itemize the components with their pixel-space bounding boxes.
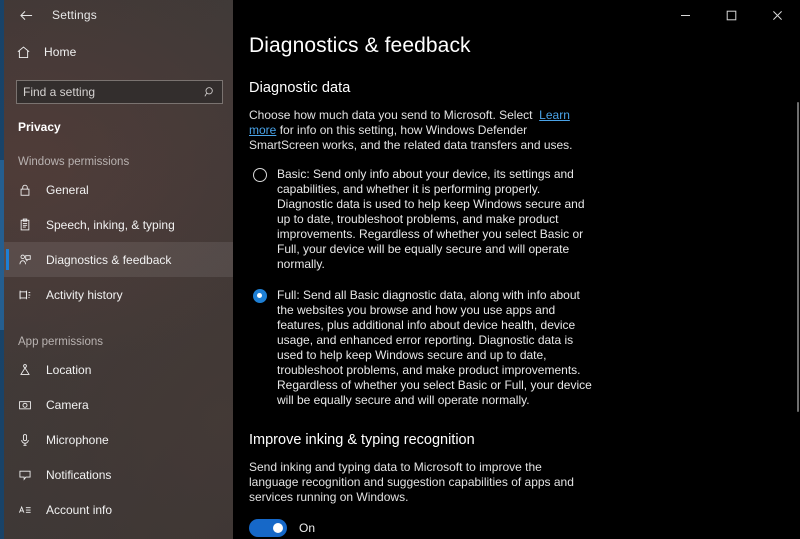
maximize-button[interactable] bbox=[708, 0, 754, 30]
location-pin-icon bbox=[18, 363, 46, 377]
close-icon bbox=[772, 10, 783, 21]
title-bar: Settings bbox=[4, 0, 800, 30]
diagnostic-data-description: Choose how much data you send to Microso… bbox=[249, 108, 581, 153]
diagnostic-data-heading: Diagnostic data bbox=[249, 80, 351, 96]
sidebar-item-general[interactable]: General bbox=[4, 172, 233, 207]
microphone-icon bbox=[18, 433, 46, 447]
title-bar-left: Settings bbox=[4, 0, 97, 30]
radio-option-basic[interactable]: Basic: Send only info about your device,… bbox=[249, 167, 800, 272]
inking-typing-toggle[interactable] bbox=[249, 519, 287, 537]
main-content: Diagnostics & feedback Diagnostic data C… bbox=[233, 0, 800, 539]
sidebar-item-home[interactable]: Home bbox=[4, 34, 233, 70]
sidebar-group-header-app-permissions: App permissions bbox=[18, 336, 104, 348]
sidebar-item-speech-inking-typing-label: Speech, inking, & typing bbox=[46, 217, 175, 232]
sidebar-item-camera-label: Camera bbox=[46, 397, 89, 412]
close-button[interactable] bbox=[754, 0, 800, 30]
diagnostic-intro-after-link: for info on this setting, how Windows De… bbox=[249, 123, 573, 152]
radio-option-full-label: Full: Send all Basic diagnostic data, al… bbox=[277, 288, 592, 407]
sidebar-item-microphone-label: Microphone bbox=[46, 432, 109, 447]
radio-basic-indicator[interactable] bbox=[253, 168, 267, 182]
sidebar-item-location[interactable]: Location bbox=[4, 352, 233, 387]
sidebar-item-location-label: Location bbox=[46, 362, 92, 377]
back-button[interactable] bbox=[4, 0, 48, 30]
sidebar-item-notifications[interactable]: Notifications bbox=[4, 457, 233, 492]
minimize-icon bbox=[680, 10, 691, 21]
content-scrollbar-thumb[interactable] bbox=[797, 102, 799, 412]
account-info-icon bbox=[18, 503, 46, 517]
radio-option-basic-label: Basic: Send only info about your device,… bbox=[277, 167, 585, 271]
sidebar-section-title: Privacy bbox=[18, 120, 61, 134]
minimize-button[interactable] bbox=[662, 0, 708, 30]
sidebar-item-notifications-label: Notifications bbox=[46, 467, 112, 482]
sidebar-group-header-windows-permissions: Windows permissions bbox=[18, 156, 130, 168]
lock-icon bbox=[18, 183, 46, 197]
app-title: Settings bbox=[52, 8, 97, 22]
diagnostic-data-radio-group: Basic: Send only info about your device,… bbox=[249, 167, 800, 408]
sidebar-item-activity-history[interactable]: Activity history bbox=[4, 277, 233, 312]
search-icon[interactable] bbox=[204, 86, 216, 98]
feedback-person-icon bbox=[18, 253, 46, 267]
camera-icon bbox=[18, 398, 46, 412]
activity-history-icon bbox=[18, 288, 46, 302]
sidebar-item-speech-inking-typing[interactable]: Speech, inking, & typing bbox=[4, 207, 233, 242]
sidebar-item-camera[interactable]: Camera bbox=[4, 387, 233, 422]
maximize-icon bbox=[726, 10, 737, 21]
search-placeholder: Find a setting bbox=[23, 85, 96, 99]
radio-full-indicator[interactable] bbox=[253, 289, 267, 303]
home-icon bbox=[16, 45, 44, 60]
radio-option-full[interactable]: Full: Send all Basic diagnostic data, al… bbox=[249, 288, 800, 408]
sidebar: Home Find a setting Privacy Windows perm… bbox=[4, 0, 233, 539]
back-arrow-icon bbox=[19, 9, 34, 22]
sidebar-item-activity-history-label: Activity history bbox=[46, 287, 123, 302]
search-input[interactable]: Find a setting bbox=[16, 80, 223, 104]
diagnostic-intro-before-link: Choose how much data you send to Microso… bbox=[249, 108, 533, 122]
inking-typing-description: Send inking and typing data to Microsoft… bbox=[249, 460, 574, 504]
content-scrollbar[interactable] bbox=[796, 30, 800, 539]
notification-icon bbox=[18, 468, 46, 482]
sidebar-item-diagnostics-feedback-label: Diagnostics & feedback bbox=[46, 252, 172, 267]
sidebar-item-microphone[interactable]: Microphone bbox=[4, 422, 233, 457]
sidebar-item-general-label: General bbox=[46, 182, 89, 197]
search-container: Find a setting bbox=[16, 80, 223, 104]
sidebar-item-diagnostics-feedback[interactable]: Diagnostics & feedback bbox=[4, 242, 233, 277]
window-controls bbox=[662, 0, 800, 30]
sidebar-item-account-info-label: Account info bbox=[46, 502, 113, 517]
inking-typing-toggle-state: On bbox=[299, 521, 316, 535]
sidebar-item-home-label: Home bbox=[44, 45, 77, 59]
inking-typing-heading: Improve inking & typing recognition bbox=[249, 432, 475, 448]
sidebar-item-account-info[interactable]: Account info bbox=[4, 492, 233, 527]
inking-typing-toggle-row[interactable]: On bbox=[249, 519, 800, 537]
page-title: Diagnostics & feedback bbox=[249, 34, 471, 57]
clipboard-icon bbox=[18, 218, 46, 232]
settings-window: Home Find a setting Privacy Windows perm… bbox=[0, 0, 800, 539]
